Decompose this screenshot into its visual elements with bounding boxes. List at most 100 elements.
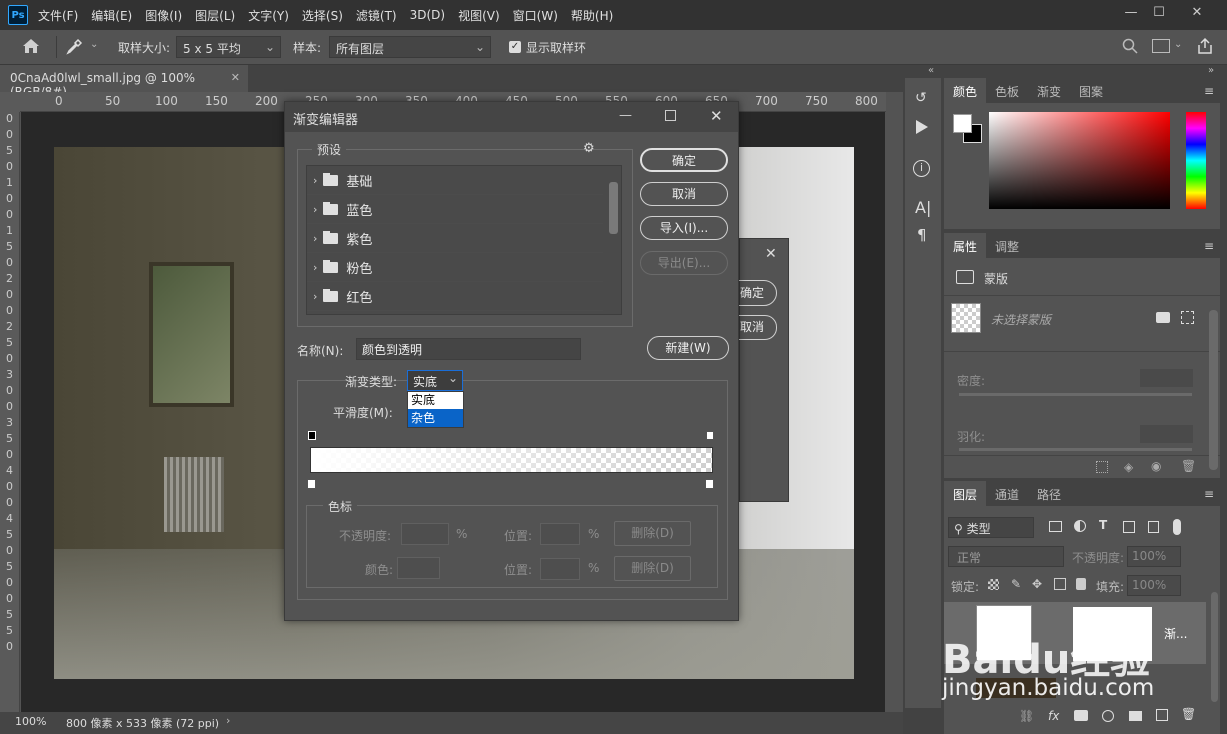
history-icon[interactable]: ↺	[915, 90, 927, 106]
ok-button[interactable]: 确定	[640, 148, 728, 172]
gradient-type-option[interactable]: 实底	[408, 392, 463, 409]
tab-swatches[interactable]: 色板	[986, 78, 1028, 103]
stop-color-position-input[interactable]	[540, 558, 580, 580]
filter-smart-icon[interactable]	[1148, 521, 1159, 533]
layer-opacity-input[interactable]: 100%	[1127, 546, 1181, 567]
tab-paths[interactable]: 路径	[1028, 481, 1070, 506]
preset-folder[interactable]: › 红色	[307, 282, 603, 311]
presets-list[interactable]: › 基础 › 蓝色 › 紫色 › 粉色 › 红色	[306, 165, 622, 315]
menu-filter[interactable]: 滤镜(T)	[356, 7, 397, 24]
workspace-icon[interactable]	[1152, 39, 1170, 53]
filter-pixel-icon[interactable]	[1049, 521, 1062, 532]
collapse-icon[interactable]: »	[1208, 65, 1214, 76]
maximize-button[interactable]: ☐	[1142, 0, 1176, 24]
chevron-right-icon[interactable]: ›	[226, 714, 230, 727]
filter-type-icon[interactable]: T	[1099, 518, 1107, 532]
menu-help[interactable]: 帮助(H)	[571, 7, 613, 24]
collapse-icon[interactable]: «	[928, 65, 934, 76]
lock-pixels-icon[interactable]: ✎	[1011, 577, 1021, 591]
delete-color-stop-button[interactable]: 删除(D)	[614, 556, 691, 581]
close-icon[interactable]: ✕	[710, 107, 723, 125]
scrollbar[interactable]	[1209, 310, 1218, 470]
gradient-preview-bar[interactable]	[310, 447, 713, 473]
stop-opacity-input[interactable]	[401, 523, 449, 545]
select-mask-icon[interactable]	[1156, 312, 1170, 323]
scrollbar[interactable]	[1211, 592, 1218, 702]
feather-input[interactable]	[1140, 425, 1193, 443]
panel-menu-icon[interactable]: ≡	[1204, 84, 1214, 98]
link-icon[interactable]: ⛓	[1019, 709, 1034, 723]
tab-channels[interactable]: 通道	[986, 481, 1028, 506]
preset-folder[interactable]: › 蓝色	[307, 195, 603, 224]
zoom-level[interactable]: 100%	[15, 715, 46, 728]
opacity-stop-right[interactable]	[706, 431, 714, 440]
density-slider[interactable]	[959, 393, 1192, 396]
close-button[interactable]: ✕	[1180, 0, 1214, 24]
trash-icon[interactable]: 🗑	[1181, 459, 1196, 473]
lock-position-icon[interactable]: ✥	[1032, 577, 1042, 591]
visibility-icon[interactable]: ◉	[1151, 459, 1161, 473]
tab-layers[interactable]: 图层	[944, 481, 987, 506]
play-icon[interactable]	[916, 120, 928, 134]
adjustment-layer-icon[interactable]	[1102, 710, 1114, 722]
lock-all-icon[interactable]	[1076, 578, 1086, 590]
apply-mask-icon[interactable]: ◈	[1124, 460, 1133, 474]
panel-menu-icon[interactable]: ≡	[1204, 487, 1214, 501]
paragraph-icon[interactable]: ¶	[917, 226, 927, 244]
load-selection-icon[interactable]	[1096, 461, 1108, 473]
info-icon[interactable]: i	[913, 160, 930, 177]
sample-size-select[interactable]: 5 x 5 平均 ⌄	[176, 36, 281, 58]
search-icon[interactable]	[1122, 38, 1138, 57]
gear-icon[interactable]: ⚙	[583, 141, 595, 156]
show-ring-checkbox[interactable]: ✓	[509, 41, 521, 53]
presets-scrollbar[interactable]	[609, 182, 618, 234]
density-input[interactable]	[1140, 369, 1193, 387]
layer-filter-select[interactable]: ⚲ 类型	[948, 517, 1034, 538]
tab-gradients[interactable]: 渐变	[1028, 78, 1070, 103]
color-stop-right[interactable]	[705, 479, 714, 489]
name-input[interactable]: 颜色到透明	[356, 338, 581, 360]
delete-opacity-stop-button[interactable]: 删除(D)	[614, 521, 691, 546]
menu-type[interactable]: 文字(Y)	[248, 7, 289, 24]
preset-folder[interactable]: › 基础	[307, 166, 603, 195]
add-mask-icon[interactable]	[1074, 710, 1088, 721]
folder-icon[interactable]	[1129, 711, 1142, 721]
menu-layer[interactable]: 图层(L)	[195, 7, 235, 24]
import-button[interactable]: 导入(I)...	[640, 216, 728, 240]
filter-shape-icon[interactable]	[1123, 521, 1135, 533]
new-layer-icon[interactable]	[1156, 709, 1168, 721]
menu-select[interactable]: 选择(S)	[302, 7, 343, 24]
document-info[interactable]: 800 像素 x 533 像素 (72 ppi)	[66, 715, 219, 731]
preset-folder[interactable]: › 紫色	[307, 224, 603, 253]
eyedropper-icon[interactable]	[65, 38, 85, 56]
chevron-down-icon[interactable]: ⌄	[90, 39, 98, 50]
menu-window[interactable]: 窗口(W)	[513, 7, 558, 24]
menu-view[interactable]: 视图(V)	[458, 7, 500, 24]
panel-menu-icon[interactable]: ≡	[1204, 239, 1214, 253]
close-icon[interactable]: ✕	[765, 246, 777, 262]
gradient-type-option[interactable]: 杂色	[408, 409, 463, 427]
fx-icon[interactable]: fx	[1048, 709, 1059, 723]
stop-color-swatch[interactable]	[397, 557, 440, 579]
blend-mode-select[interactable]: 正常	[948, 546, 1064, 567]
preset-folder[interactable]: › 粉色	[307, 253, 603, 282]
home-icon[interactable]	[22, 38, 40, 54]
close-icon[interactable]: ✕	[231, 71, 240, 84]
tab-properties[interactable]: 属性	[944, 233, 987, 258]
menu-edit[interactable]: 编辑(E)	[91, 7, 132, 24]
menu-file[interactable]: 文件(F)	[38, 7, 78, 24]
chevron-down-icon[interactable]: ⌄	[1174, 39, 1182, 50]
sample-select[interactable]: 所有图层 ⌄	[329, 36, 491, 58]
feather-slider[interactable]	[959, 448, 1192, 451]
maximize-icon[interactable]	[665, 110, 676, 121]
fill-input[interactable]: 100%	[1127, 575, 1181, 596]
menu-image[interactable]: 图像(I)	[145, 7, 182, 24]
tab-adjustments[interactable]: 调整	[986, 233, 1028, 258]
lock-artboard-icon[interactable]	[1054, 578, 1066, 590]
color-field[interactable]	[989, 112, 1170, 209]
add-mask-icon[interactable]	[1181, 311, 1194, 324]
hue-slider[interactable]	[1186, 112, 1206, 209]
color-stop-left[interactable]	[307, 479, 316, 489]
foreground-color-swatch[interactable]	[953, 114, 972, 133]
filter-toggle-icon[interactable]	[1173, 519, 1181, 535]
